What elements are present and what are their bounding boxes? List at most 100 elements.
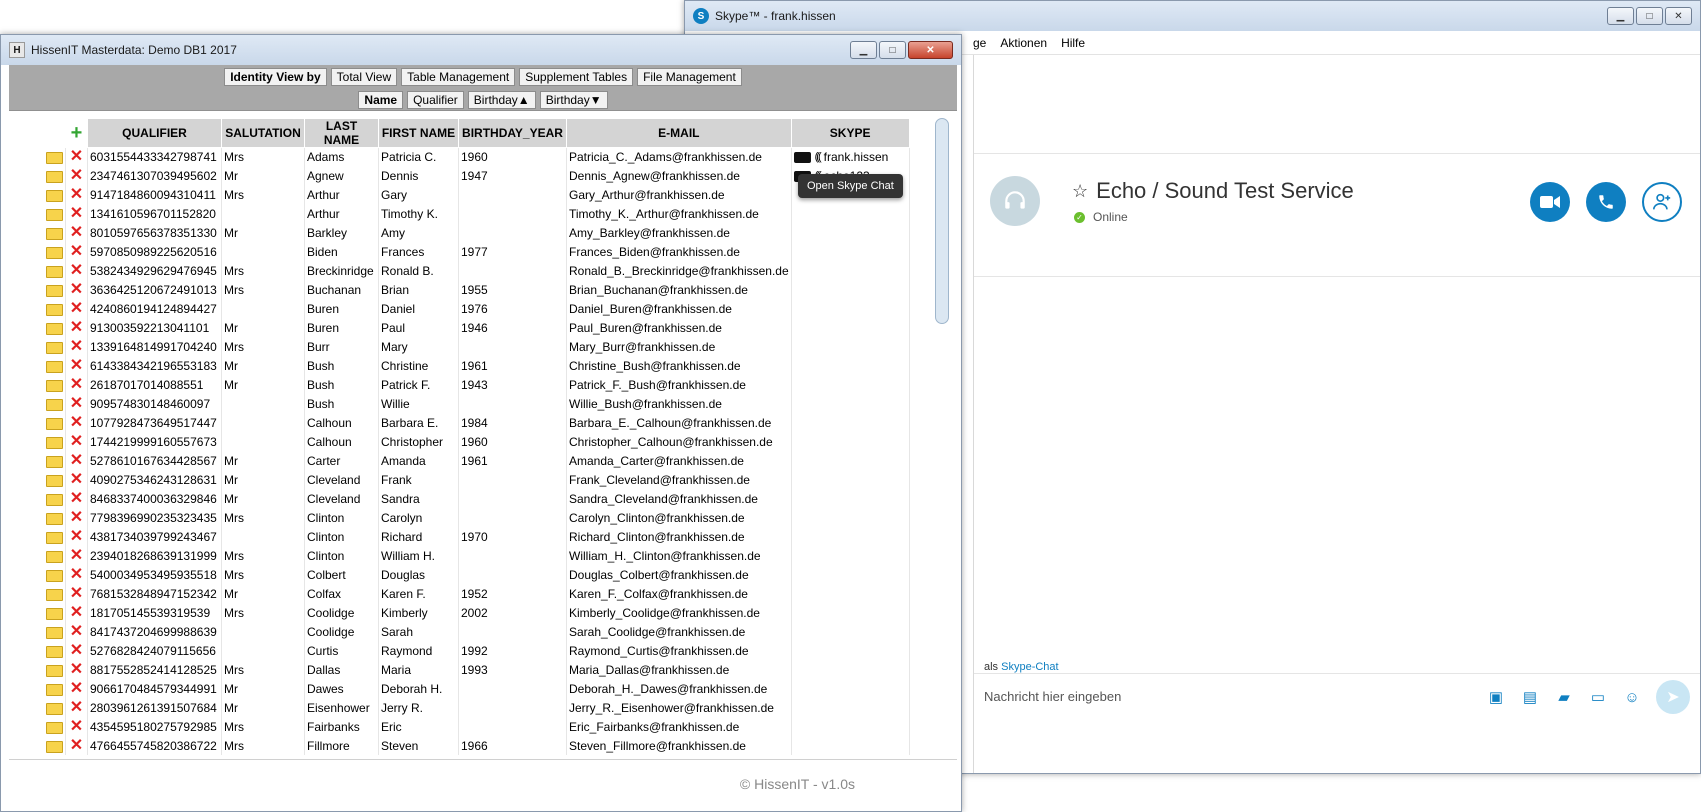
- open-record-folder-icon[interactable]: [45, 152, 63, 165]
- table-row[interactable]: ✕ 2394018268639131999 Mrs Clinton William H.…: [43, 546, 910, 566]
- open-record-folder-icon[interactable]: [45, 588, 63, 601]
- delete-record-icon[interactable]: ✕: [70, 281, 83, 298]
- delete-record-icon[interactable]: ✕: [70, 528, 83, 545]
- table-row[interactable]: ✕ 4240860194124894427 Buren Daniel 1976 Danie…: [43, 299, 910, 319]
- view-button[interactable]: Total View: [330, 68, 398, 86]
- table-row[interactable]: ✕ 4354595180275792985 Mrs Fairbanks Eric Eric…: [43, 717, 910, 737]
- table-row[interactable]: ✕ 8817552852414128525 Mrs Dallas Maria 1993 Ma…: [43, 660, 910, 680]
- col-qualifier[interactable]: QUALIFIER: [87, 118, 222, 148]
- minimize-button[interactable]: ▁: [1607, 7, 1634, 25]
- open-record-folder-icon[interactable]: [45, 512, 63, 525]
- delete-record-icon[interactable]: ✕: [70, 186, 83, 203]
- table-row[interactable]: ✕ 3636425120672491013 Mrs Buchanan Brian 1955…: [43, 280, 910, 300]
- col-first-name[interactable]: FIRST NAME: [378, 118, 459, 148]
- delete-record-icon[interactable]: ✕: [70, 642, 83, 659]
- open-record-folder-icon[interactable]: [45, 170, 63, 183]
- open-record-folder-icon[interactable]: [45, 645, 63, 658]
- sort-button[interactable]: Birthday▼: [539, 91, 608, 109]
- open-record-folder-icon[interactable]: [45, 531, 63, 544]
- masterdata-titlebar[interactable]: H HissenIT Masterdata: Demo DB1 2017 ▁ □…: [1, 35, 961, 65]
- table-row[interactable]: ✕ 1339164814991704240 Mrs Burr Mary Mary_Burr…: [43, 337, 910, 357]
- table-row[interactable]: ✕ 6031554433342798741 Mrs Adams Patricia C. 1…: [43, 147, 910, 167]
- open-record-folder-icon[interactable]: [45, 721, 63, 734]
- open-record-folder-icon[interactable]: [45, 246, 63, 259]
- table-row[interactable]: ✕ 8468337400036329846 Mr Cleveland Sandra San…: [43, 489, 910, 509]
- table-row[interactable]: ✕ 4090275346243128631 Mr Cleveland Frank Fran…: [43, 470, 910, 490]
- table-row[interactable]: ✕ 5970850989225620516 Biden Frances 1977 Fran…: [43, 242, 910, 262]
- delete-record-icon[interactable]: ✕: [70, 300, 83, 317]
- table-row[interactable]: ✕ 1744219999160557673 Calhoun Christopher 19…: [43, 432, 910, 452]
- col-email[interactable]: E-MAIL: [566, 118, 792, 148]
- sort-button[interactable]: Qualifier: [407, 91, 464, 109]
- table-row[interactable]: ✕ 5276828424079115656 Curtis Raymond 1992 Ray…: [43, 641, 910, 661]
- add-contact-button[interactable]: [1642, 182, 1682, 222]
- col-birthday-year[interactable]: BIRTHDAY_YEAR: [458, 118, 567, 148]
- send-media-icon[interactable]: ▣: [1486, 687, 1506, 707]
- delete-record-icon[interactable]: ✕: [70, 319, 83, 336]
- open-record-folder-icon[interactable]: [45, 379, 63, 392]
- table-row[interactable]: ✕ 6143384342196553183 Mr Bush Christine 1961 C…: [43, 356, 910, 376]
- table-row[interactable]: ✕ 4766455745820386722 Mrs Fillmore Steven 196…: [43, 736, 910, 755]
- table-row[interactable]: ✕ 8010597656378351330 Mr Barkley Amy Amy_Bark…: [43, 223, 910, 243]
- open-record-folder-icon[interactable]: [45, 398, 63, 411]
- table-row[interactable]: ✕ 9066170484579344991 Mr Dawes Deborah H. Deb…: [43, 679, 910, 699]
- delete-record-icon[interactable]: ✕: [70, 414, 83, 431]
- sort-button[interactable]: Name: [358, 91, 404, 109]
- view-button[interactable]: Table Management: [401, 68, 516, 86]
- open-record-folder-icon[interactable]: [45, 208, 63, 221]
- delete-record-icon[interactable]: ✕: [70, 395, 83, 412]
- table-row[interactable]: ✕ 1341610596701152820 Arthur Timothy K. Timo…: [43, 204, 910, 224]
- delete-record-icon[interactable]: ✕: [70, 718, 83, 735]
- open-record-folder-icon[interactable]: [45, 493, 63, 506]
- open-record-folder-icon[interactable]: [45, 607, 63, 620]
- delete-record-icon[interactable]: ✕: [70, 262, 83, 279]
- open-record-folder-icon[interactable]: [45, 265, 63, 278]
- open-record-folder-icon[interactable]: [45, 436, 63, 449]
- via-skype-chat-link[interactable]: Skype-Chat: [1001, 661, 1058, 673]
- vertical-scrollbar[interactable]: [935, 118, 949, 324]
- message-input[interactable]: Nachricht hier eingeben ▣ ▤ ▰ ▭ ☺ ➤: [974, 673, 1700, 719]
- delete-record-icon[interactable]: ✕: [70, 680, 83, 697]
- send-contact-icon[interactable]: ▭: [1588, 687, 1608, 707]
- col-salutation[interactable]: SALUTATION: [221, 118, 305, 148]
- delete-record-icon[interactable]: ✕: [70, 699, 83, 716]
- delete-record-icon[interactable]: ✕: [70, 547, 83, 564]
- table-row[interactable]: ✕ 181705145539319539 Mrs Coolidge Kimberly 20…: [43, 603, 910, 623]
- delete-record-icon[interactable]: ✕: [70, 566, 83, 583]
- delete-record-icon[interactable]: ✕: [70, 509, 83, 526]
- open-record-folder-icon[interactable]: [45, 740, 63, 753]
- delete-record-icon[interactable]: ✕: [70, 376, 83, 393]
- table-row[interactable]: ✕ 913003592213041101 Mr Buren Paul 1946 Paul_B…: [43, 318, 910, 338]
- open-record-folder-icon[interactable]: [45, 455, 63, 468]
- delete-record-icon[interactable]: ✕: [70, 471, 83, 488]
- open-record-folder-icon[interactable]: [45, 341, 63, 354]
- menu-item-aktionen[interactable]: Aktionen: [1000, 36, 1047, 50]
- delete-record-icon[interactable]: ✕: [70, 737, 83, 754]
- delete-record-icon[interactable]: ✕: [70, 433, 83, 450]
- emoticon-icon[interactable]: ☺: [1622, 687, 1642, 707]
- table-row[interactable]: ✕ 8417437204699988639 Coolidge Sarah Sarah_C…: [43, 622, 910, 642]
- open-record-folder-icon[interactable]: [45, 702, 63, 715]
- delete-record-icon[interactable]: ✕: [70, 661, 83, 678]
- delete-record-icon[interactable]: ✕: [70, 205, 83, 222]
- open-record-folder-icon[interactable]: [45, 360, 63, 373]
- open-record-folder-icon[interactable]: [45, 322, 63, 335]
- table-row[interactable]: ✕ 5400034953495935518 Mrs Colbert Douglas Dou…: [43, 565, 910, 585]
- headset-avatar-icon[interactable]: [990, 176, 1040, 226]
- open-record-folder-icon[interactable]: [45, 227, 63, 240]
- open-record-folder-icon[interactable]: [45, 417, 63, 430]
- menu-item-hilfe[interactable]: Hilfe: [1061, 36, 1085, 50]
- sort-button[interactable]: Birthday▲: [467, 91, 536, 109]
- view-button[interactable]: Identity View by: [224, 68, 327, 86]
- table-row[interactable]: ✕ 7798396990235323435 Mrs Clinton Carolyn Car…: [43, 508, 910, 528]
- maximize-button[interactable]: □: [1636, 7, 1663, 25]
- table-row[interactable]: ✕ 2803961261391507684 Mr Eisenhower Jerry R.…: [43, 698, 910, 718]
- view-button[interactable]: Supplement Tables: [519, 68, 634, 86]
- delete-record-icon[interactable]: ✕: [70, 490, 83, 507]
- menu-item-ge[interactable]: ge: [973, 36, 986, 50]
- delete-record-icon[interactable]: ✕: [70, 243, 83, 260]
- open-record-folder-icon[interactable]: [45, 303, 63, 316]
- table-row[interactable]: ✕ 1077928473649517447 Calhoun Barbara E. 198…: [43, 413, 910, 433]
- delete-record-icon[interactable]: ✕: [70, 604, 83, 621]
- table-row[interactable]: ✕ 7681532848947152342 Mr Colfax Karen F. 1952…: [43, 584, 910, 604]
